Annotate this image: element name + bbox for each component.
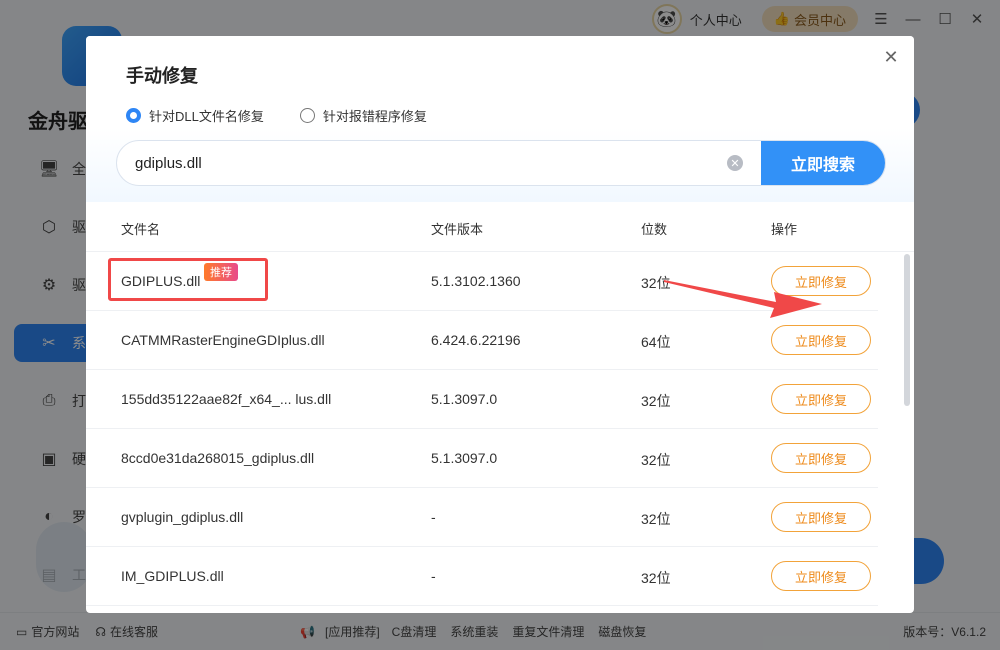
repair-button[interactable]: 立即修复 <box>771 561 871 591</box>
repair-button[interactable]: 立即修复 <box>771 384 871 414</box>
column-header-name: 文件名 <box>121 222 161 237</box>
repair-button[interactable]: 立即修复 <box>771 325 871 355</box>
cell-file-name: IM_GDIPLUS.dll <box>121 568 224 584</box>
radio-label: 针对报错程序修复 <box>322 109 427 124</box>
cell-file-name: gvplugin_gdiplus.dll <box>121 509 244 525</box>
table-row: 8ccd0e31da268015_gdiplus.dll 5.1.3097.0 … <box>86 429 878 488</box>
table-scrollbar[interactable] <box>904 254 910 406</box>
cell-file-name: CATMMRasterEngineGDIplus.dll <box>121 332 325 348</box>
cell-file-name: 155dd35122aae82f_x64_... lus.dll <box>121 391 332 407</box>
search-bar: ✕ 立即搜索 <box>116 140 886 186</box>
cell-file-version: 5.1.3102.1360 <box>431 273 521 289</box>
close-icon[interactable]: ✕ <box>882 47 900 67</box>
manual-repair-dialog: 手动修复 ✕ 针对DLL文件名修复 针对报错程序修复 ✕ 立即搜索 文件名 文件… <box>86 36 914 613</box>
cell-file-version: - <box>431 568 436 584</box>
cell-file-version: 5.1.3097.0 <box>431 391 498 407</box>
column-header-bits: 位数 <box>641 222 668 237</box>
cell-file-version: 6.424.6.22196 <box>431 332 521 348</box>
table-row: IM_GDIPLUS.dll - 32位 立即修复 <box>86 547 878 606</box>
radio-label: 针对DLL文件名修复 <box>149 109 264 124</box>
column-header-version: 文件版本 <box>431 222 484 237</box>
search-input[interactable] <box>117 141 727 185</box>
cell-bits: 32位 <box>641 393 671 409</box>
radio-dll-name[interactable]: 针对DLL文件名修复 <box>126 106 264 125</box>
cell-file-version: - <box>431 509 436 525</box>
dialog-title: 手动修复 <box>126 66 198 86</box>
table-header: 文件名 文件版本 位数 操作 <box>86 202 914 252</box>
cell-bits: 64位 <box>641 334 671 350</box>
cell-bits: 32位 <box>641 570 671 586</box>
radio-checked-indicator <box>126 108 141 123</box>
cell-bits: 32位 <box>641 452 671 468</box>
pointer-arrow-icon <box>664 280 822 318</box>
cell-bits: 32位 <box>641 511 671 527</box>
repair-button[interactable]: 立即修复 <box>771 443 871 473</box>
table-row: gvplugin_gdiplus.dll - 32位 立即修复 <box>86 488 878 547</box>
repair-mode-radio-group: 针对DLL文件名修复 针对报错程序修复 <box>126 106 427 125</box>
cell-file-version: 5.1.3097.0 <box>431 450 498 466</box>
radio-error-program[interactable]: 针对报错程序修复 <box>299 106 427 125</box>
cell-file-name: 8ccd0e31da268015_gdiplus.dll <box>121 450 315 466</box>
highlight-box <box>108 258 268 301</box>
search-button[interactable]: 立即搜索 <box>761 141 885 185</box>
clear-icon[interactable]: ✕ <box>727 155 743 171</box>
radio-unchecked-indicator <box>299 108 315 123</box>
repair-button[interactable]: 立即修复 <box>771 502 871 532</box>
table-row: 155dd35122aae82f_x64_... lus.dll 5.1.309… <box>86 370 878 429</box>
column-header-action: 操作 <box>771 222 798 237</box>
